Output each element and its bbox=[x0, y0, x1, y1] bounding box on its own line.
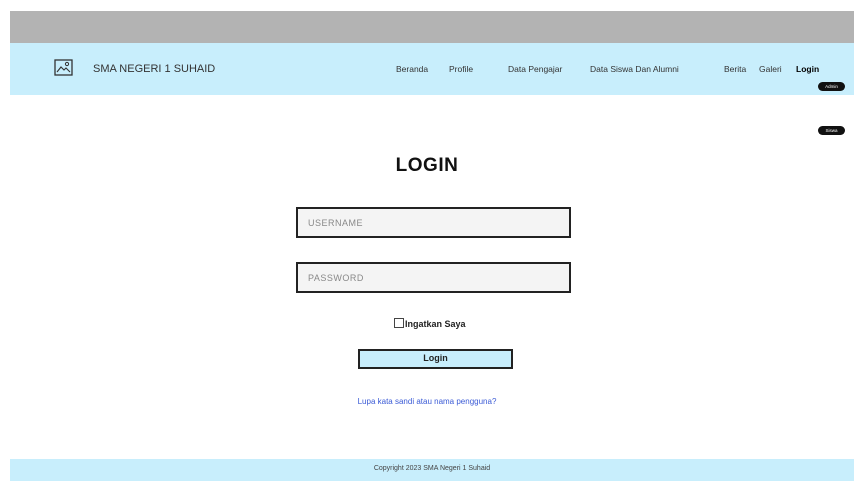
nav-login[interactable]: Login bbox=[796, 64, 819, 74]
nav-data-pengajar[interactable]: Data Pengajar bbox=[508, 64, 562, 74]
remember-label[interactable]: Ingatkan Saya bbox=[405, 319, 466, 329]
remember-me[interactable]: Ingatkan Saya bbox=[394, 318, 466, 329]
forgot-password-link[interactable]: Lupa kata sandi atau nama pengguna? bbox=[0, 397, 854, 406]
nav-profile[interactable]: Profile bbox=[449, 64, 473, 74]
username-input[interactable] bbox=[296, 207, 571, 238]
image-icon[interactable] bbox=[54, 59, 73, 76]
copyright-text: Copyright 2023 SMA Negeri 1 Suhaid bbox=[373, 465, 491, 472]
remember-checkbox[interactable] bbox=[394, 318, 404, 328]
page-title: LOGIN bbox=[395, 155, 459, 176]
top-bar bbox=[10, 11, 854, 43]
footer: Copyright 2023 SMA Negeri 1 Suhaid bbox=[10, 459, 854, 481]
login-siswa-button[interactable]: Siswa bbox=[818, 126, 845, 135]
nav-berita[interactable]: Berita bbox=[724, 64, 746, 74]
nav-data-siswa-alumni[interactable]: Data Siswa Dan Alumni bbox=[590, 64, 679, 74]
school-name[interactable]: SMA NEGERI 1 SUHAID bbox=[93, 63, 215, 75]
nav-galeri[interactable]: Galeri bbox=[759, 64, 782, 74]
navbar: SMA NEGERI 1 SUHAID Beranda Profile Data… bbox=[10, 43, 854, 95]
login-admin-button[interactable]: Admin bbox=[818, 82, 845, 91]
nav-beranda[interactable]: Beranda bbox=[396, 64, 428, 74]
password-input[interactable] bbox=[296, 262, 571, 293]
login-button[interactable]: Login bbox=[358, 349, 513, 369]
